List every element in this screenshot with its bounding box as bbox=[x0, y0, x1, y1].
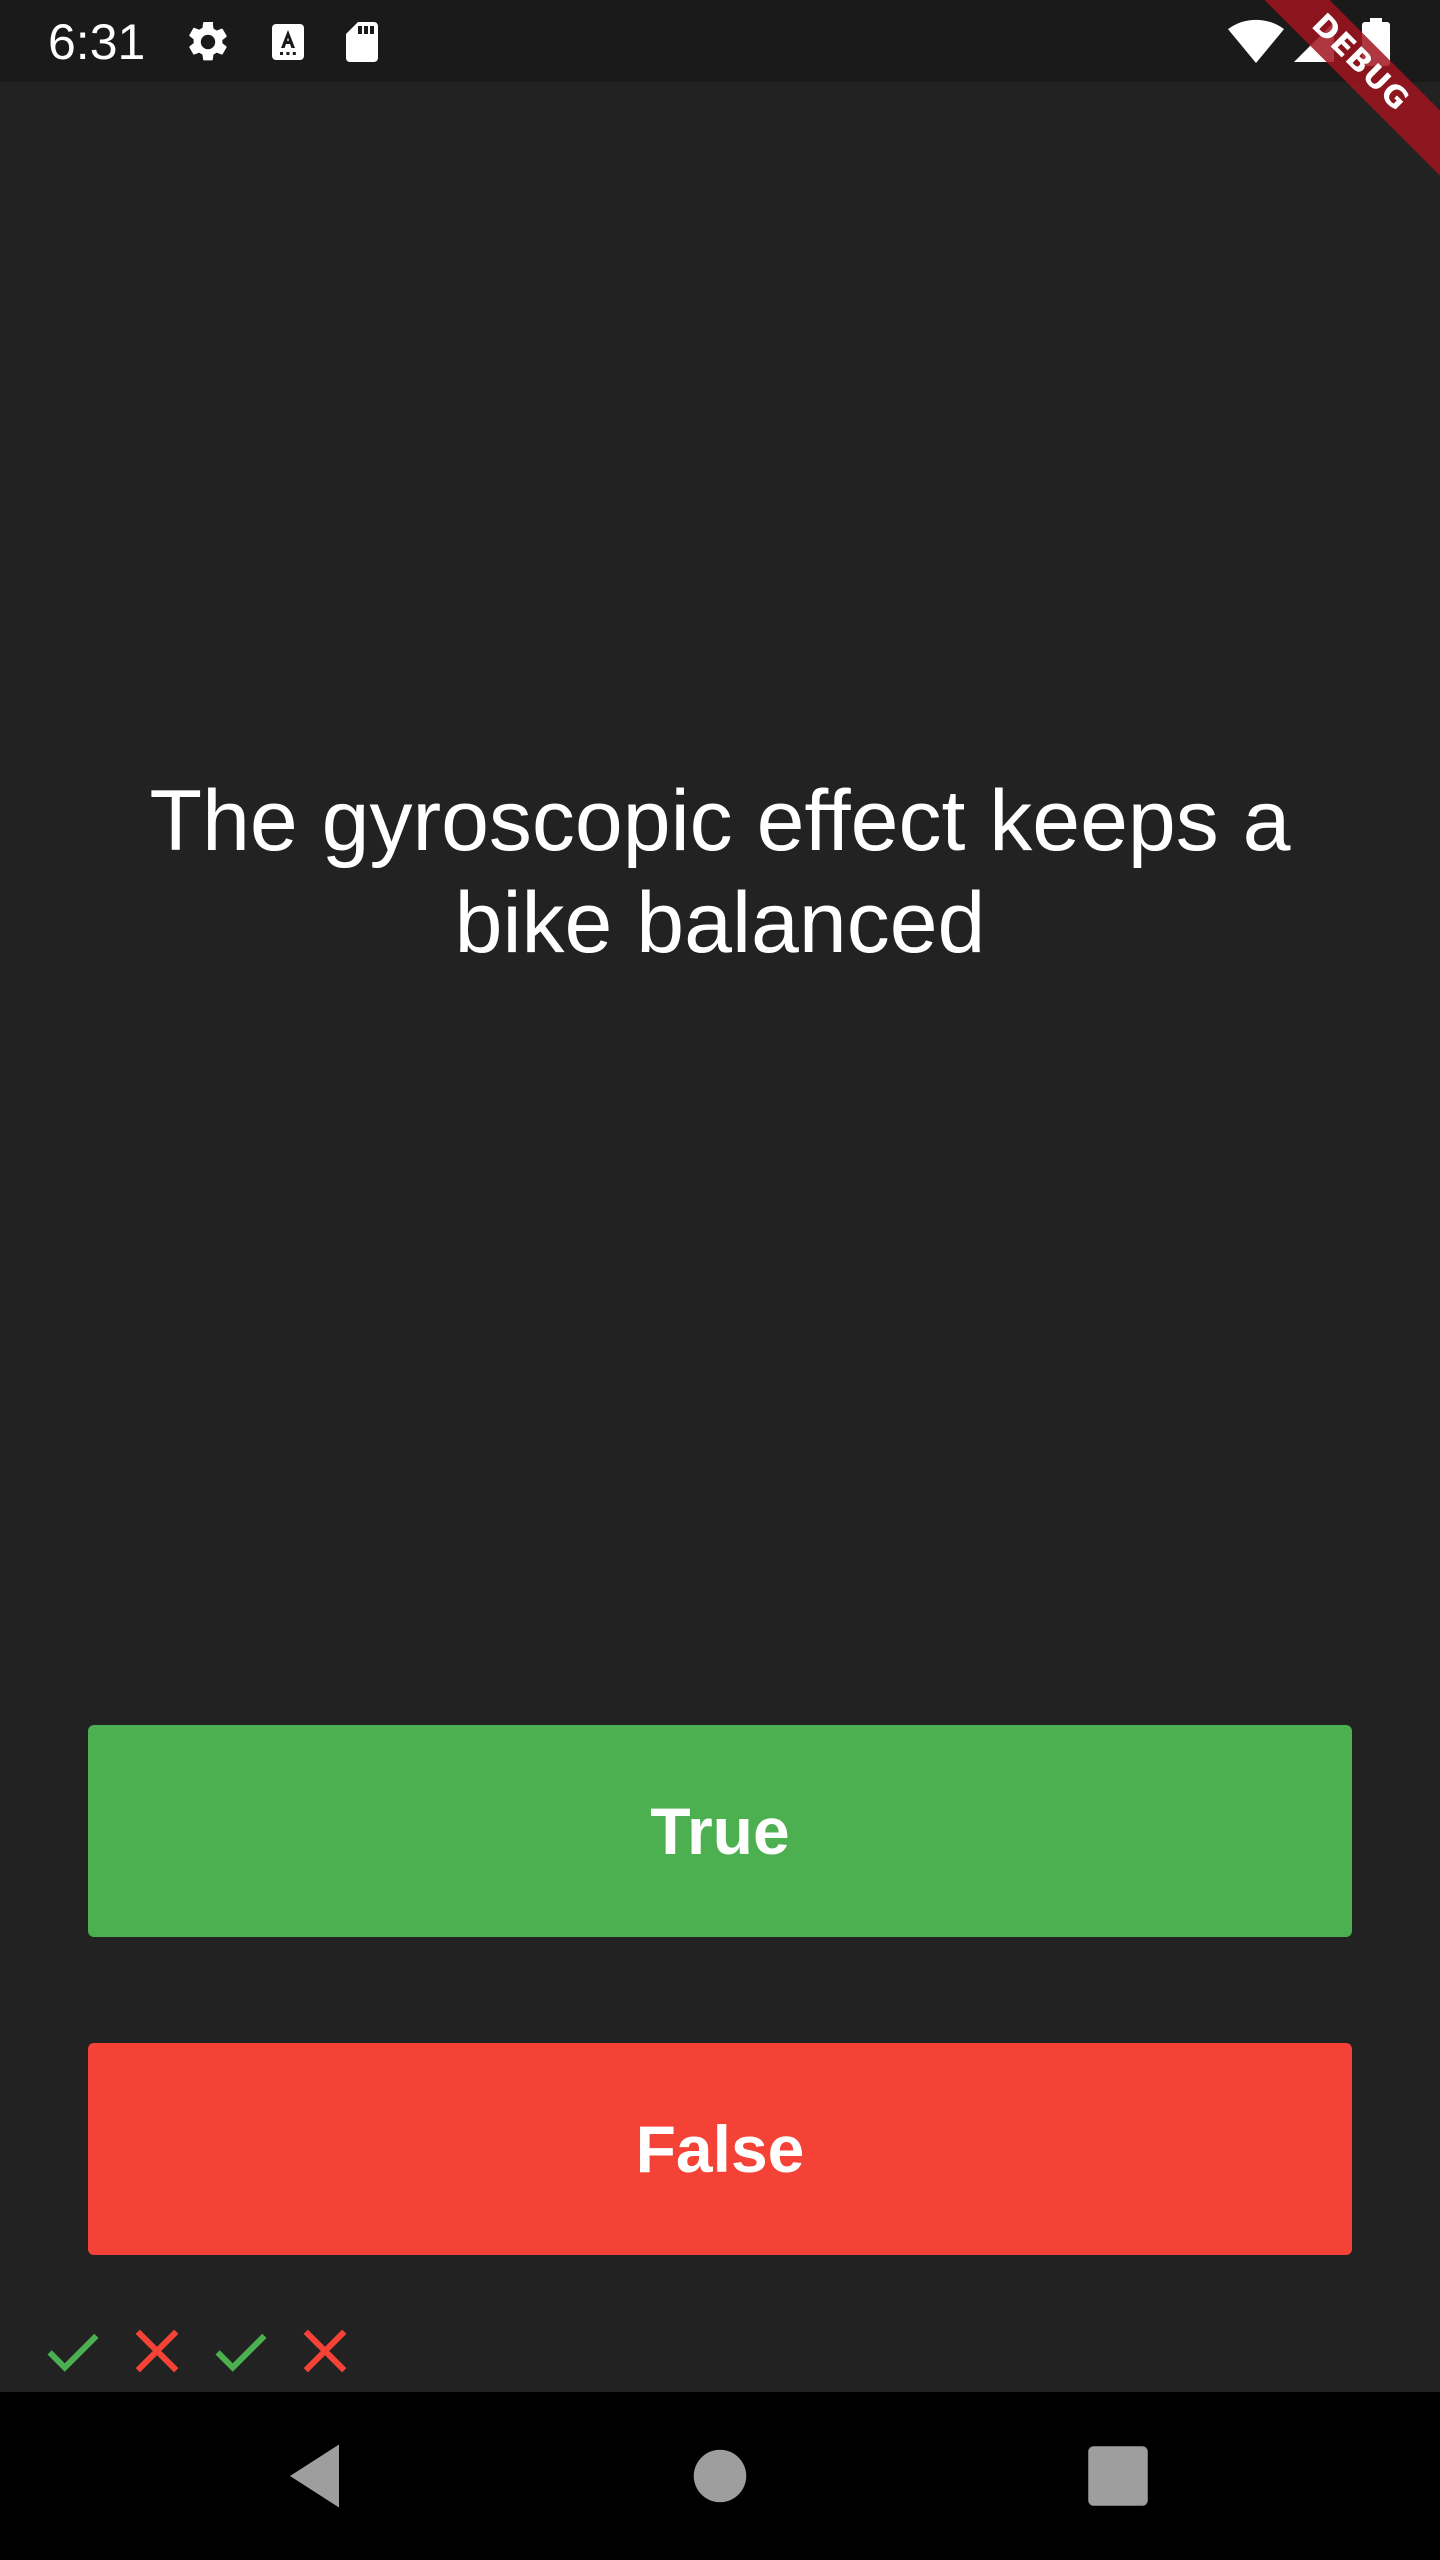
home-icon[interactable] bbox=[678, 2434, 762, 2518]
back-icon[interactable] bbox=[276, 2434, 360, 2518]
score-keeper bbox=[40, 2318, 358, 2384]
status-bar: 6:31 bbox=[0, 0, 1440, 82]
battery-icon bbox=[1358, 18, 1394, 66]
question-text: The gyroscopic effect keeps a bike balan… bbox=[149, 773, 1291, 971]
false-button[interactable]: False bbox=[88, 2043, 1352, 2255]
navigation-bar bbox=[0, 2392, 1440, 2560]
recents-icon[interactable] bbox=[1076, 2434, 1160, 2518]
close-icon bbox=[292, 2318, 358, 2384]
status-time: 6:31 bbox=[48, 14, 146, 70]
sd-card-icon bbox=[338, 18, 386, 66]
close-icon bbox=[124, 2318, 190, 2384]
check-icon bbox=[40, 2318, 106, 2384]
wifi-icon bbox=[1228, 18, 1284, 66]
gear-icon bbox=[184, 18, 232, 66]
text-a-icon bbox=[264, 18, 312, 66]
quiz-screen: 6:31 DEBUG The gyroscopic effect keeps a… bbox=[0, 0, 1440, 2560]
signal-icon bbox=[1290, 18, 1338, 66]
true-button[interactable]: True bbox=[88, 1725, 1352, 1937]
check-icon bbox=[208, 2318, 274, 2384]
